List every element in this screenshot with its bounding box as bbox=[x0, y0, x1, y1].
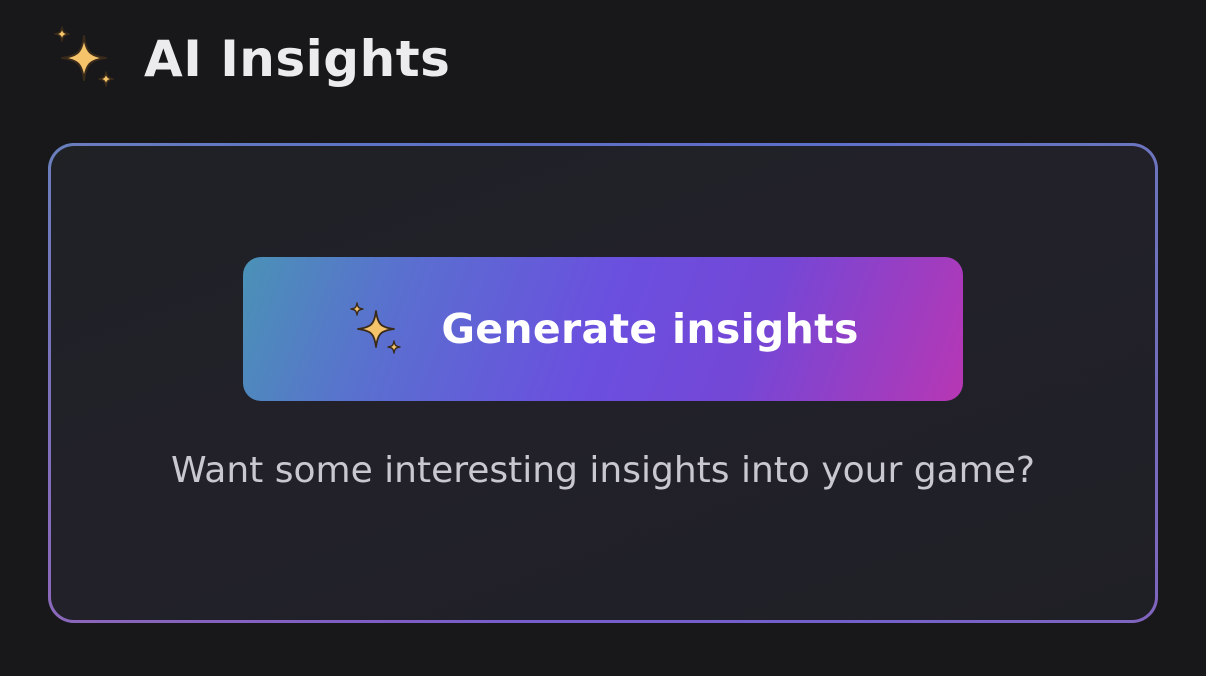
sparkles-icon bbox=[347, 301, 405, 359]
generate-insights-label: Generate insights bbox=[441, 305, 859, 353]
insights-prompt-text: Want some interesting insights into your… bbox=[171, 450, 1035, 491]
insights-card-body: Generate insights Want some interesting … bbox=[51, 146, 1155, 620]
ai-insights-panel: AI Insights Generate insights Want some … bbox=[0, 0, 1206, 676]
section-header: AI Insights bbox=[50, 24, 450, 94]
page-title: AI Insights bbox=[144, 30, 451, 88]
generate-insights-button[interactable]: Generate insights bbox=[243, 257, 963, 401]
sparkles-icon bbox=[50, 24, 120, 94]
insights-card: Generate insights Want some interesting … bbox=[48, 143, 1158, 623]
